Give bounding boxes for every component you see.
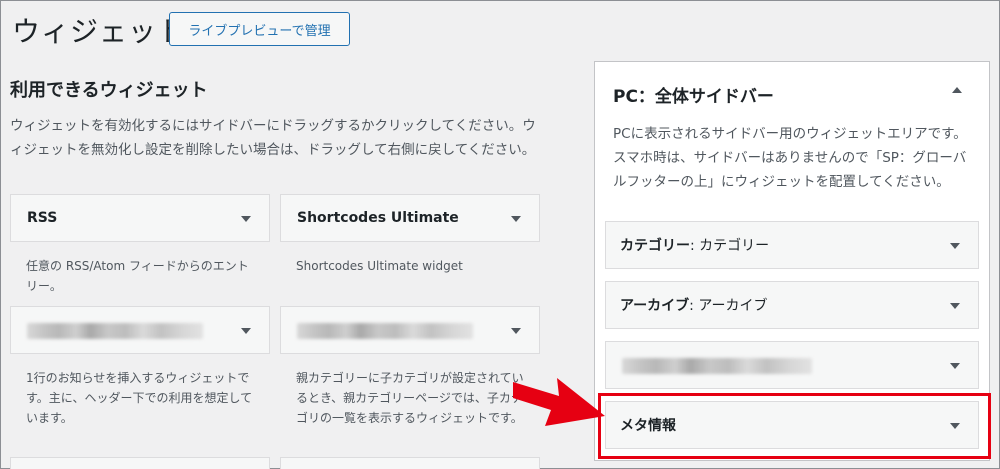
widget-shortcodes-ultimate[interactable]: Shortcodes Ultimate [280, 194, 540, 242]
live-preview-button[interactable]: ライブプレビューで管理 [169, 12, 350, 46]
widget-description: Shortcodes Ultimate widget [296, 259, 463, 273]
sidebar-area-pc: PC：全体サイドバー PCに表示されるサイドバー用のウィジェットエリアです。スマ… [594, 61, 990, 461]
widget-rss[interactable]: RSS [10, 194, 270, 242]
caret-down-icon[interactable] [511, 216, 521, 222]
sidebar-widget-category[interactable]: カテゴリー: カテゴリー [605, 221, 979, 269]
red-arrow-icon [513, 378, 605, 426]
widget-description: 任意の RSS/Atom フィードからのエントリー。 [26, 259, 249, 293]
blurred-widget-title [622, 358, 812, 374]
sidebar-widget-meta[interactable]: メタ情報 [605, 401, 979, 449]
widget-separator: : [690, 238, 700, 254]
widget-partial[interactable] [10, 457, 270, 469]
widget-title: Shortcodes Ultimate [297, 210, 459, 226]
widget-name: アーカイブ [620, 298, 690, 314]
page-title: ウィジェット [12, 15, 187, 48]
widget-name: メタ情報 [620, 418, 676, 434]
widget-partial[interactable] [280, 457, 540, 469]
blurred-widget-title [27, 323, 203, 339]
caret-down-icon[interactable] [241, 216, 251, 222]
blurred-widget-title [297, 323, 473, 339]
widget-title: RSS [27, 210, 58, 226]
sidebar-description: PCに表示されるサイドバー用のウィジェットエリアです。スマホ時は、サイドバーはあ… [613, 126, 967, 190]
caret-up-icon[interactable] [952, 87, 962, 93]
widget-instance-title: アーカイブ [698, 298, 768, 314]
available-widgets-title: 利用できるウィジェット [10, 80, 208, 101]
widget-separator: : [689, 298, 699, 314]
widget-notice-blurred[interactable] [10, 306, 270, 354]
caret-down-icon[interactable] [950, 363, 960, 369]
widget-child-category-blurred[interactable] [280, 306, 540, 354]
widget-description: 1行のお知らせを挿入するウィジェットです。主に、ヘッダー下での利用を想定していま… [26, 371, 253, 425]
sidebar-widget-blurred[interactable] [605, 341, 979, 389]
caret-down-icon[interactable] [511, 328, 521, 334]
available-widgets-description: ウィジェットを有効化するにはサイドバーにドラッグするかクリックしてください。ウィ… [10, 118, 536, 158]
sidebar-title[interactable]: PC：全体サイドバー [613, 82, 774, 107]
caret-down-icon[interactable] [241, 328, 251, 334]
widget-description: 親カテゴリーに子カテゴリが設定されているとき、親カテゴリーページでは、子カテゴリ… [296, 371, 524, 425]
caret-down-icon[interactable] [950, 243, 960, 249]
caret-down-icon[interactable] [950, 303, 960, 309]
widget-name: カテゴリー [620, 238, 690, 254]
caret-down-icon[interactable] [950, 423, 960, 429]
widget-instance-title: カテゴリー [699, 238, 770, 254]
sidebar-widget-archive[interactable]: アーカイブ: アーカイブ [605, 281, 979, 329]
